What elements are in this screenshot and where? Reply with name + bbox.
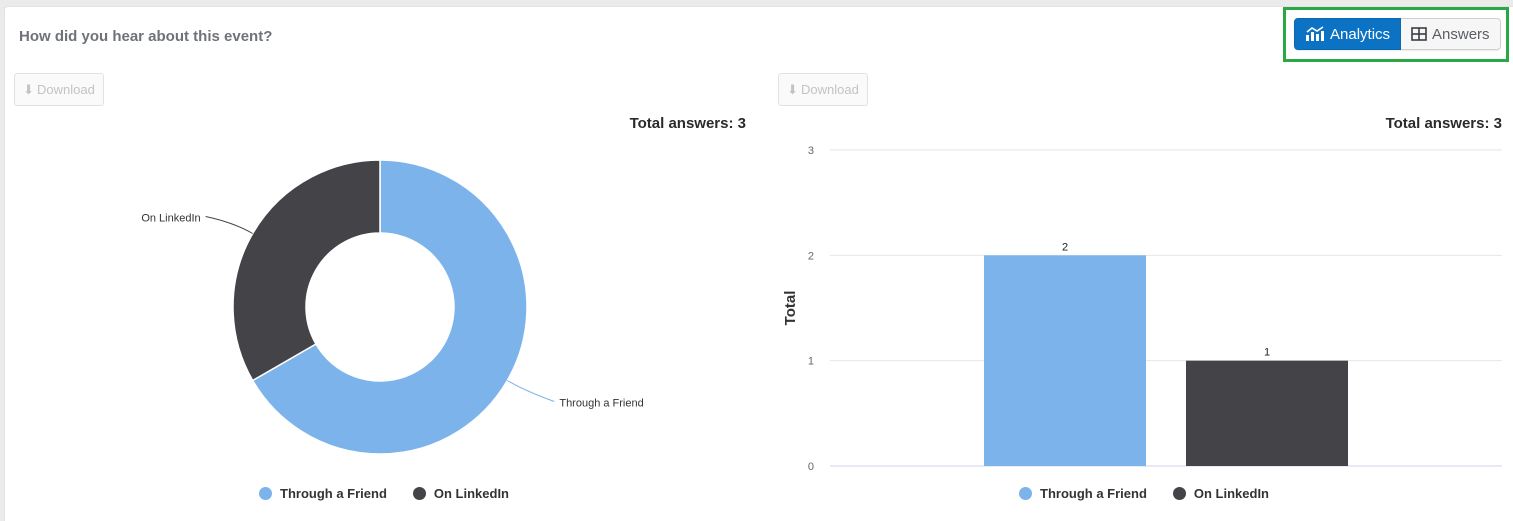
answers-label: Answers (1432, 25, 1490, 43)
question-title: How did you hear about this event? (19, 28, 273, 45)
y-tick-label: 2 (808, 250, 814, 262)
legend-label: Through a Friend (280, 486, 387, 501)
donut-slice-1[interactable] (232, 159, 381, 382)
bar-data-label: 1 (1264, 347, 1270, 359)
legend-dot-icon (1172, 487, 1186, 500)
y-axis-title: Total (782, 291, 799, 326)
bar-chart: 0 1 2 3 Total 2 1 (782, 145, 1502, 473)
donut-data-label: On LinkedIn (141, 213, 200, 225)
view-toggle: Analytics Answers (1294, 18, 1501, 50)
legend-label: On LinkedIn (1193, 486, 1270, 501)
bar-1[interactable] (1186, 360, 1348, 466)
data-label-connector (205, 216, 253, 234)
download-label: Download (801, 82, 859, 97)
download-button-bar[interactable]: ⬇ Download (778, 73, 868, 106)
y-tick-label: 3 (808, 145, 814, 157)
legend-dot-icon (259, 487, 272, 500)
y-tick-label: 1 (808, 356, 814, 368)
donut-data-label: Through a Friend (559, 398, 643, 410)
donut-chart: Through a Friend On LinkedIn (141, 159, 644, 455)
download-arrow-icon: ⬇ (23, 81, 35, 97)
legend-dot-icon (412, 487, 426, 500)
pie-legend-item-linkedin[interactable]: On LinkedIn (412, 486, 510, 501)
answers-tab-button[interactable]: Answers (1401, 18, 1501, 50)
y-tick-label: 0 (808, 461, 814, 473)
table-grid-icon (1411, 27, 1427, 41)
pie-total-answers: Total answers: 3 (629, 115, 746, 132)
pie-legend: Through a Friend On LinkedIn (259, 486, 509, 501)
analytics-label: Analytics (1330, 25, 1391, 43)
bar-legend-item-linkedin[interactable]: On LinkedIn (1172, 486, 1270, 501)
download-label: Download (37, 82, 95, 97)
legend-dot-icon (1019, 487, 1032, 500)
legend-label: On LinkedIn (433, 486, 510, 501)
bar-0[interactable] (984, 255, 1146, 466)
data-label-connector (507, 380, 555, 402)
bar-data-label: 2 (1062, 241, 1068, 253)
analytics-chart-icon (1306, 26, 1324, 41)
bar-legend: Through a Friend On LinkedIn (1019, 486, 1269, 501)
pie-legend-item-friend[interactable]: Through a Friend (259, 486, 387, 501)
download-button-pie[interactable]: ⬇ Download (14, 73, 104, 106)
download-arrow-icon: ⬇ (787, 81, 799, 97)
analytics-tab-button[interactable]: Analytics (1294, 18, 1402, 50)
bar-legend-item-friend[interactable]: Through a Friend (1019, 486, 1147, 501)
legend-label: Through a Friend (1040, 486, 1147, 501)
